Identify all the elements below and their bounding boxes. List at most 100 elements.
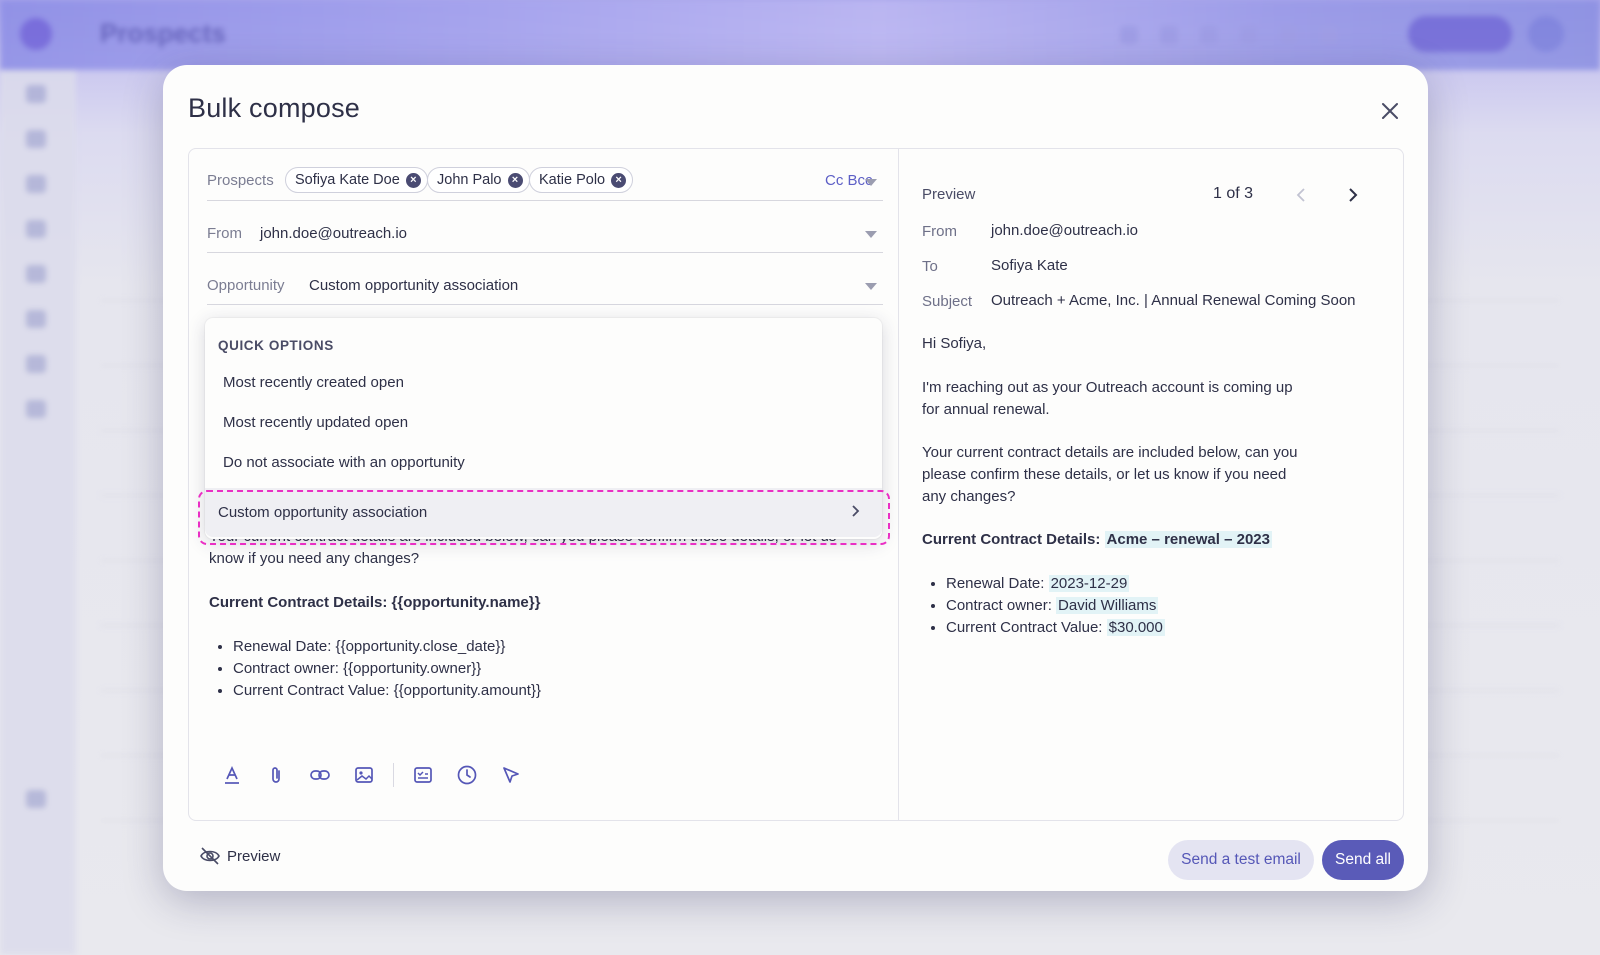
sidebar-icon: [26, 355, 46, 373]
sidebar-icon: [26, 400, 46, 418]
list-item: Renewal Date: {{opportunity.close_date}}: [233, 636, 541, 658]
bullet-value: 2023-12-29: [1048, 575, 1130, 592]
from-label: From: [207, 225, 242, 242]
toolbar-divider: [393, 763, 394, 787]
preview-line: please confirm these details, or let us …: [922, 466, 1287, 483]
bullet-value: David Williams: [1056, 597, 1159, 614]
image-button[interactable]: [349, 760, 379, 790]
preview-line: Your current contract details are includ…: [922, 444, 1298, 461]
background-topbar: [0, 0, 1600, 70]
list-item: Contract owner: {{opportunity.owner}}: [233, 658, 541, 680]
link-button[interactable]: [305, 760, 335, 790]
background-page-title: Prospects: [100, 18, 226, 48]
schedule-button[interactable]: [452, 760, 482, 790]
close-icon: [1382, 103, 1398, 119]
preview-to-label: To: [922, 258, 938, 275]
next-button[interactable]: [1343, 185, 1363, 205]
preview-label: Preview: [922, 186, 976, 203]
eye-off-icon: [200, 847, 220, 865]
remove-chip-icon[interactable]: ×: [611, 172, 627, 188]
prospects-field[interactable]: Prospects Sofiya Kate Doe × John Palo × …: [207, 149, 883, 201]
close-button[interactable]: [1376, 97, 1404, 125]
link-icon: [310, 770, 330, 780]
preview-line: for annual renewal.: [922, 401, 1050, 418]
preview-to-value: Sofiya Kate: [991, 257, 1068, 274]
from-value: john.doe@outreach.io: [260, 225, 407, 242]
prospect-chip[interactable]: Katie Polo ×: [529, 167, 634, 193]
list-item: Current Contract Value: {{opportunity.am…: [233, 680, 541, 702]
prospect-chip-label: Sofiya Kate Doe: [295, 172, 400, 188]
dropdown-option-custom-association[interactable]: Custom opportunity association: [205, 488, 882, 537]
background-primary-button: [1408, 16, 1512, 52]
dropdown-option[interactable]: Do not associate with an opportunity: [223, 454, 465, 471]
dropdown-option[interactable]: Most recently created open: [223, 374, 404, 391]
user-avatar: [1528, 16, 1564, 52]
image-icon: [355, 767, 373, 783]
chevron-left-icon: [1296, 188, 1305, 202]
snippet-button[interactable]: [408, 760, 438, 790]
text-format-button[interactable]: [217, 760, 247, 790]
editor-toolbar: [217, 759, 540, 791]
previous-button[interactable]: [1291, 185, 1311, 205]
preview-paragraph: I'm reaching out as your Outreach accoun…: [922, 377, 1293, 421]
prospect-chip[interactable]: Sofiya Kate Doe ×: [285, 167, 428, 193]
remove-chip-icon[interactable]: ×: [507, 172, 523, 188]
preview-line: any changes?: [922, 488, 1016, 505]
chevron-down-icon[interactable]: [865, 283, 877, 290]
opportunity-label: Opportunity: [207, 277, 285, 294]
topbar-icon: [1320, 26, 1338, 44]
contract-details-list: Renewal Date: {{opportunity.close_date}}…: [233, 636, 541, 702]
background-sidebar: [0, 70, 76, 955]
send-all-button[interactable]: Send all: [1322, 840, 1404, 880]
preview-pager: 1 of 3: [1213, 185, 1254, 202]
topbar-icon: [1280, 26, 1298, 44]
from-field[interactable]: From john.doe@outreach.io: [207, 201, 883, 253]
topbar-icon: [1160, 26, 1178, 44]
preview-contract-list: Renewal Date: 2023-12-29 Contract owner:…: [946, 573, 1165, 639]
send-test-email-button[interactable]: Send a test email: [1168, 840, 1314, 880]
bullet-label: Contract owner:: [946, 597, 1057, 614]
app-logo: [20, 18, 52, 50]
chevron-down-icon[interactable]: [865, 231, 877, 238]
opportunity-dropdown: QUICK OPTIONS Most recently created open…: [205, 318, 882, 539]
chevron-right-icon: [1349, 188, 1358, 202]
prospects-label: Prospects: [207, 172, 274, 189]
chevron-down-icon[interactable]: [865, 179, 877, 186]
remove-chip-icon[interactable]: ×: [405, 172, 421, 188]
preview-from-value: john.doe@outreach.io: [991, 222, 1138, 239]
preview-contract-heading: Current Contract Details: Acme – renewal…: [922, 529, 1272, 551]
send-later-icon: [503, 767, 519, 783]
snippet-icon: [414, 767, 432, 783]
preview-subject-value: Outreach + Acme, Inc. | Annual Renewal C…: [991, 292, 1356, 309]
attachment-button[interactable]: [261, 760, 291, 790]
prospect-chip-label: John Palo: [437, 172, 502, 188]
body-line: know if you need any changes?: [209, 550, 420, 567]
dropdown-option[interactable]: Most recently updated open: [223, 414, 408, 431]
attachment-icon: [272, 767, 280, 783]
sidebar-icon: [26, 85, 46, 103]
opportunity-value: Custom opportunity association: [309, 277, 519, 294]
topbar-icon: [1120, 26, 1138, 44]
sidebar-icon: [26, 265, 46, 283]
preview-toggle[interactable]: Preview: [199, 846, 280, 866]
prospect-chip[interactable]: John Palo ×: [427, 167, 530, 193]
quick-options-heading: QUICK OPTIONS: [218, 338, 334, 353]
sidebar-icon: [26, 130, 46, 148]
topbar-icon: [1240, 26, 1258, 44]
bullet-label: Renewal Date:: [946, 575, 1049, 592]
dropdown-option-label: Custom opportunity association: [218, 504, 428, 521]
send-later-button[interactable]: [496, 760, 526, 790]
list-item: Current Contract Value: $30.000: [946, 617, 1165, 639]
preview-greeting: Hi Sofiya,: [922, 335, 987, 352]
bullet-label: Current Contract Value:: [946, 619, 1107, 636]
list-item: Contract owner: David Williams: [946, 595, 1165, 617]
preview-subject-label: Subject: [922, 293, 973, 310]
opportunity-field[interactable]: Opportunity Custom opportunity associati…: [207, 253, 883, 305]
modal-title: Bulk compose: [188, 93, 360, 123]
preview-heading-value: Acme – renewal – 2023: [1104, 531, 1272, 548]
sidebar-icon: [26, 790, 46, 808]
text-format-icon: [225, 765, 239, 784]
contract-details-heading: Current Contract Details: {{opportunity.…: [209, 594, 541, 611]
preview-from-label: From: [922, 223, 957, 240]
prospect-chip-label: Katie Polo: [539, 172, 606, 188]
